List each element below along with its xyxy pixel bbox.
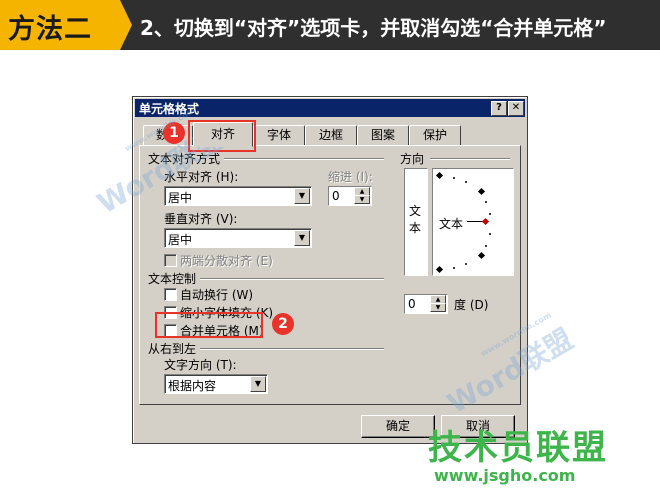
tab-alignment[interactable]: 对齐 [193,122,253,147]
vertical-text: 文本 [409,204,422,235]
tab-protection[interactable]: 保护 [409,125,461,146]
vertical-text-box[interactable]: 文本 [404,168,428,276]
indent-value: 0 [332,189,340,203]
site-logo: 技术员联盟 [428,428,608,468]
highlight-merge-cells [155,312,263,338]
degrees-label: 度 (D) [454,298,489,312]
vertical-align-select[interactable]: 居中 ▼ [164,228,312,248]
tab-font[interactable]: 字体 [253,125,305,146]
dial-dot [453,267,455,269]
distributed-checkbox[interactable] [164,254,177,267]
text-direction-label: 文字方向 (T): [164,358,237,372]
distributed-label: 两端分散对齐 (E) [180,254,273,268]
dial-mark [477,187,486,196]
tab-patterns[interactable]: 图案 [357,125,409,146]
dial-dot [489,213,491,215]
group-orientation: 方向 [400,152,425,166]
group-text-control: 文本控制 [148,272,197,286]
text-direction-select[interactable]: 根据内容 ▼ [164,374,268,394]
degrees-stepper[interactable]: 0 ▲ ▼ [404,294,448,314]
group-divider [200,348,384,350]
horizontal-align-select[interactable]: 居中 ▼ [164,186,312,206]
vertical-align-value: 居中 [168,233,193,247]
indent-stepper[interactable]: 0 ▲ ▼ [328,186,372,206]
wrap-text-label: 自动换行 (W) [180,288,254,302]
site-url: www.jsgho.com [434,466,576,485]
dial-needle [467,221,483,222]
group-divider [224,158,384,160]
banner-badge-text: 方法二 [8,14,92,45]
chevron-down-icon[interactable]: ▼ [294,188,310,204]
dial-mark [435,171,444,180]
dial-pointer-icon[interactable] [481,217,490,226]
group-divider [430,158,510,160]
wrap-text-checkbox[interactable] [164,288,177,301]
ok-button[interactable]: 确定 [361,415,435,438]
dial-dot [485,201,487,203]
banner-arrow [120,0,132,50]
tab-border[interactable]: 边框 [305,125,357,146]
spin-down-icon[interactable]: ▼ [430,303,446,312]
vertical-align-label: 垂直对齐 (V): [164,212,238,226]
group-divider [200,278,384,280]
spin-down-icon[interactable]: ▼ [354,195,370,204]
dial-dot [465,263,467,265]
help-icon[interactable]: ? [491,101,507,116]
text-direction-value: 根据内容 [168,379,217,393]
dial-mark [477,251,486,260]
close-icon[interactable]: ✕ [508,101,524,116]
horizontal-text: 文本 [439,217,464,231]
indent-label: 缩进 (I): [328,170,373,184]
horizontal-align-value: 居中 [168,191,193,205]
step-marker-2: 2 [272,313,294,335]
orientation-dial[interactable]: 文本 [432,168,514,276]
dial-dot [489,233,491,235]
dial-dot [465,181,467,183]
dial-mark [435,265,444,274]
degrees-value: 0 [408,297,416,311]
chevron-down-icon[interactable]: ▼ [294,230,310,246]
banner-instruction: 2、切换到“对齐”选项卡，并取消勾选“合并单元格” [140,16,607,40]
group-right-to-left: 从右到左 [148,342,197,356]
chevron-down-icon[interactable]: ▼ [250,376,266,392]
tab-panel-alignment: 文本对齐方式 水平对齐 (H): 居中 ▼ 缩进 (I): 0 ▲ ▼ 垂直对齐… [139,145,521,405]
dial-dot [453,177,455,179]
dial-dot [485,245,487,247]
